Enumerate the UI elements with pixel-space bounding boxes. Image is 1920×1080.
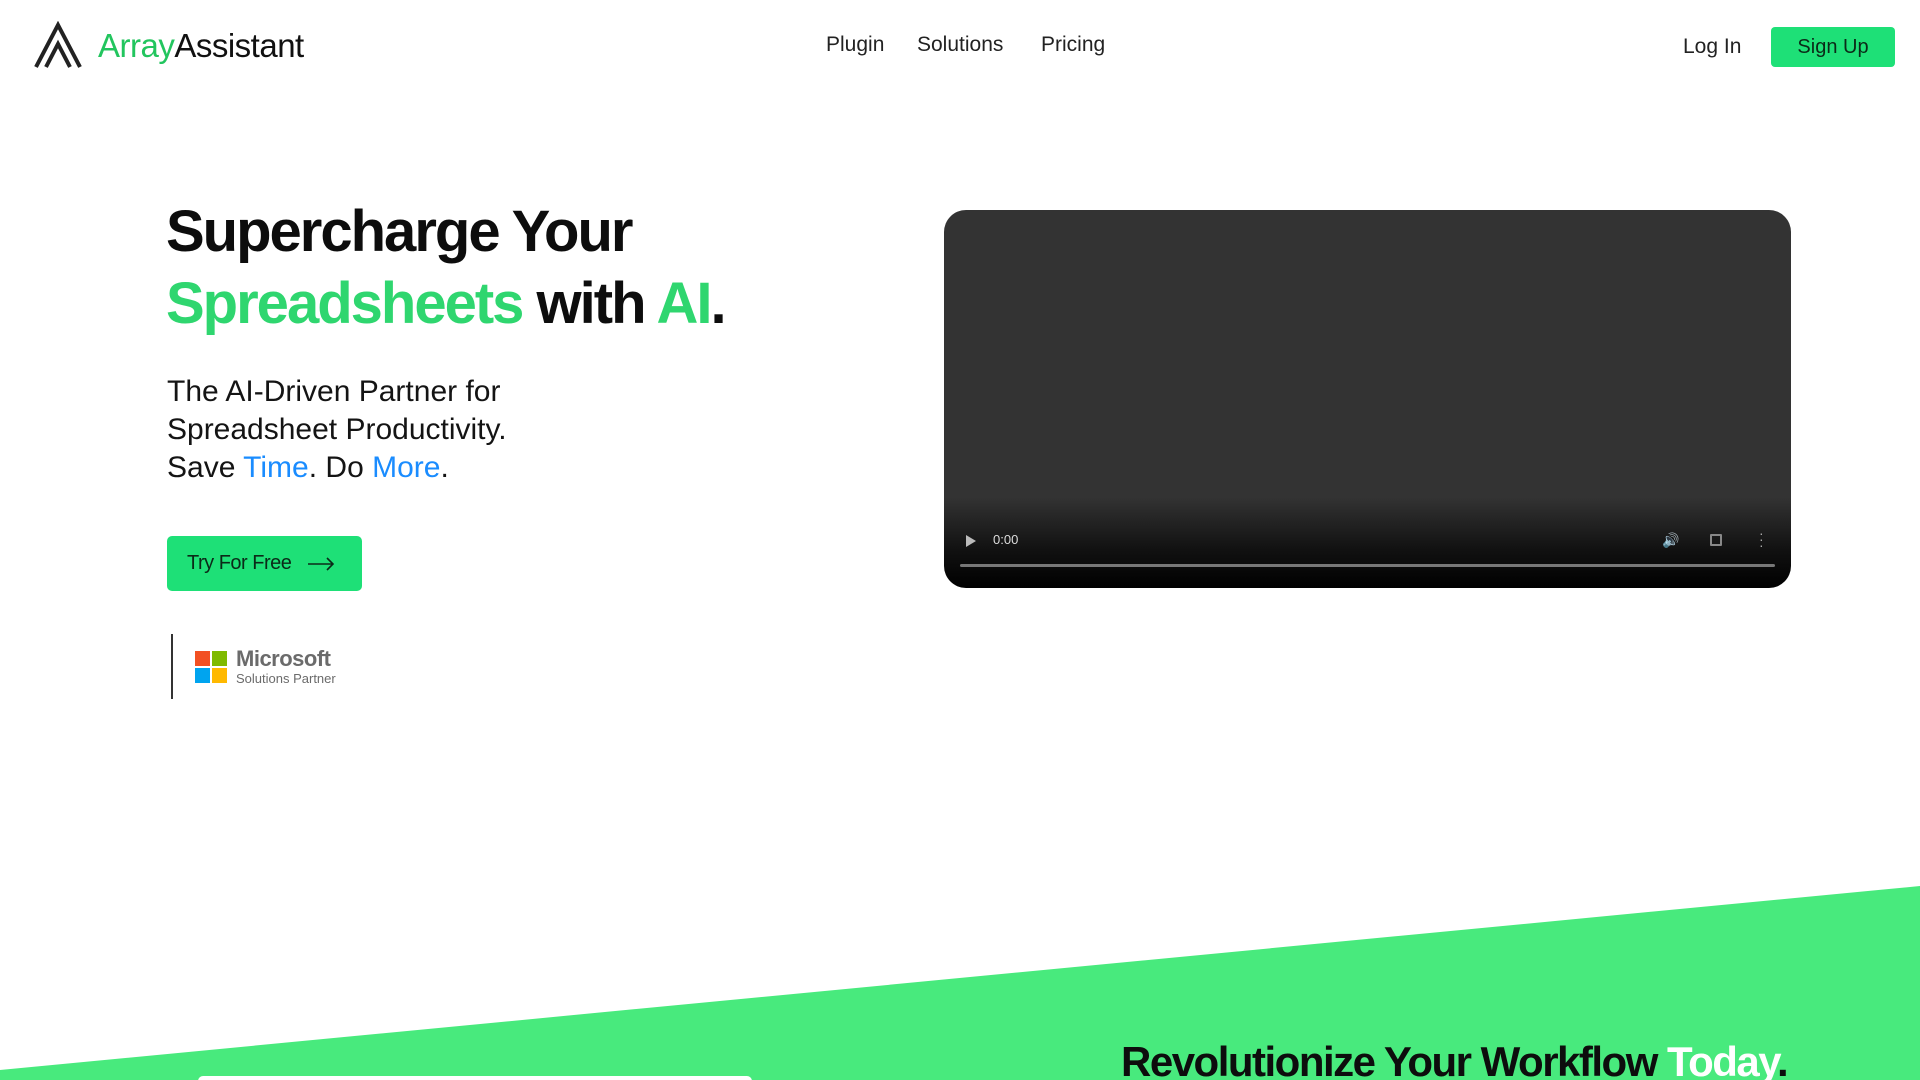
- workflow-heading-accent: Today: [1667, 1038, 1778, 1080]
- headline-with: with: [522, 271, 657, 336]
- try-for-free-button[interactable]: Try For Free: [167, 536, 362, 591]
- partner-text: Microsoft Solutions Partner: [236, 646, 336, 686]
- sub-save: Save: [167, 451, 244, 484]
- signup-button[interactable]: Sign Up: [1771, 27, 1895, 67]
- cta-label: Try For Free: [187, 552, 292, 574]
- sub-line2: Spreadsheet Productivity.: [167, 413, 507, 446]
- ms-square-green: [212, 650, 227, 666]
- volume-icon[interactable]: 🔊: [1662, 532, 1679, 549]
- nav-item-plugin[interactable]: Plugin: [826, 33, 884, 57]
- partner-subtitle: Solutions Partner: [236, 671, 336, 686]
- sub-time: Time: [243, 451, 309, 484]
- sub-line3: Save Time. Do More.: [167, 449, 507, 487]
- video-time: 0:00: [993, 532, 1019, 547]
- demo-video-player[interactable]: 0:00 🔊 · · ·: [944, 210, 1791, 588]
- brand-logo[interactable]: ArrayAssistant: [34, 20, 304, 70]
- sub-line1: The AI-Driven Partner for: [167, 375, 501, 408]
- sub-more: More: [372, 451, 441, 484]
- microsoft-partner-badge: Microsoft Solutions Partner: [171, 634, 336, 699]
- login-link[interactable]: Log In: [1683, 35, 1741, 59]
- ms-square-yellow: [212, 667, 227, 683]
- headline-period: .: [710, 271, 726, 336]
- play-icon[interactable]: [966, 535, 976, 547]
- sub-do: . Do: [308, 451, 373, 484]
- workflow-heading: Revolutionize Your Workflow Today.: [1121, 1038, 1789, 1080]
- sub-end: .: [440, 451, 449, 484]
- feature-card: [198, 1076, 752, 1080]
- nav-item-pricing[interactable]: Pricing: [1041, 33, 1105, 57]
- brand-name-accent: Array: [98, 26, 175, 64]
- video-progress-bar[interactable]: [960, 564, 1775, 567]
- site-header: ArrayAssistant Plugin Solutions Pricing …: [0, 0, 1920, 96]
- hero-headline: Supercharge Your Spreadsheets with AI.: [166, 196, 727, 340]
- ms-square-blue: [195, 667, 210, 683]
- workflow-heading-end: .: [1777, 1038, 1789, 1080]
- nav-item-solutions[interactable]: Solutions: [917, 33, 1003, 57]
- array-assistant-logo-icon: [34, 21, 82, 68]
- headline-line1: Supercharge Your: [166, 199, 633, 264]
- brand-name-rest: Assistant: [174, 26, 304, 64]
- fullscreen-icon[interactable]: [1710, 534, 1722, 546]
- headline-ai: AI: [656, 271, 712, 336]
- brand-name: ArrayAssistant: [98, 29, 304, 62]
- more-options-icon[interactable]: · · ·: [1759, 526, 1764, 552]
- microsoft-logo-icon: [195, 650, 227, 683]
- workflow-heading-main: Revolutionize Your Workflow: [1121, 1038, 1668, 1080]
- arrow-right-icon: [308, 556, 335, 571]
- ms-square-red: [195, 650, 210, 666]
- partner-title: Microsoft: [236, 646, 331, 671]
- hero-subheadline: The AI-Driven Partner for Spreadsheet Pr…: [167, 373, 507, 487]
- headline-spreadsheets: Spreadsheets: [166, 271, 524, 336]
